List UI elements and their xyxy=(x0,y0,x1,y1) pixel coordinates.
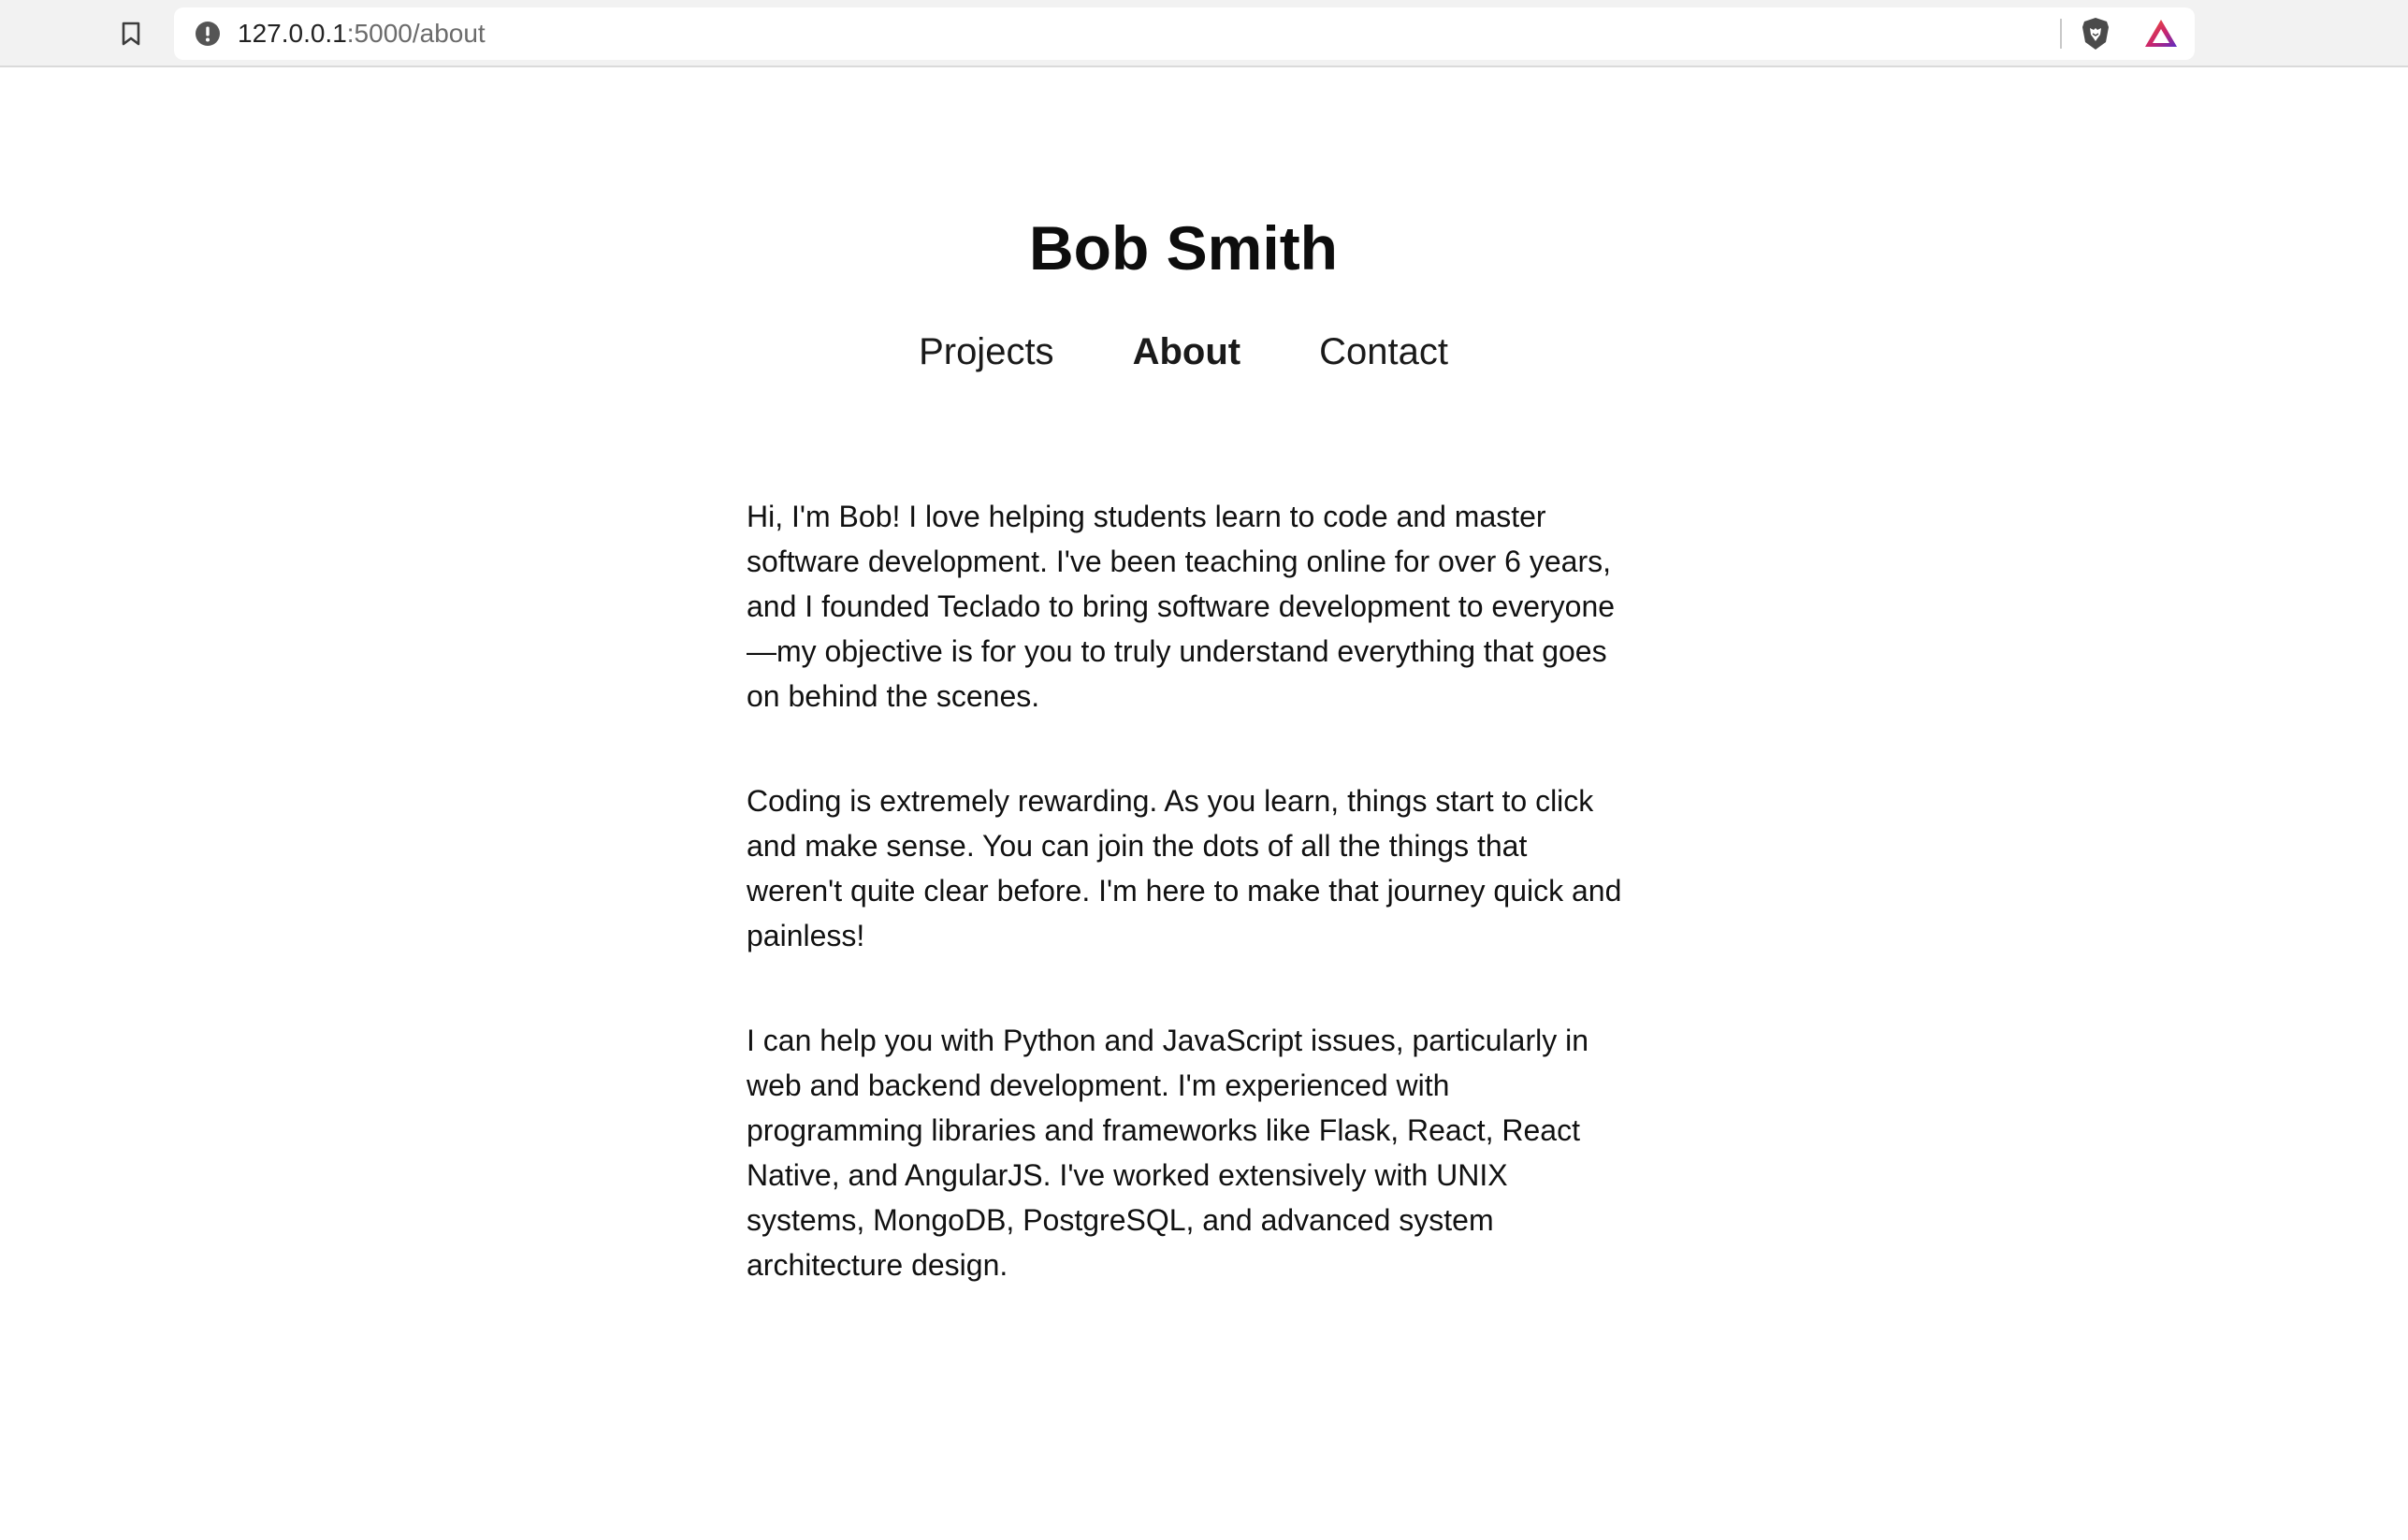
about-paragraph-3: I can help you with Python and JavaScrip… xyxy=(747,1024,1589,1282)
page-body: Bob Smith Projects About Contact Hi, I'm… xyxy=(0,67,2408,1540)
bookmark-icon[interactable] xyxy=(112,15,150,52)
nav-projects[interactable]: Projects xyxy=(919,331,1054,372)
about-content: Hi, I'm Bob! I love helping students lea… xyxy=(747,494,1626,1347)
url-path: :5000/about xyxy=(346,19,486,48)
brave-rewards-icon[interactable] xyxy=(2142,15,2180,52)
browser-toolbar: 127.0.0.1:5000/about xyxy=(0,0,2408,67)
address-bar-divider xyxy=(2060,19,2062,49)
about-paragraph-1: Hi, I'm Bob! I love helping students lea… xyxy=(747,500,1616,713)
info-icon[interactable] xyxy=(193,19,223,49)
about-paragraph-2: Coding is extremely rewarding. As you le… xyxy=(747,784,1622,952)
nav-contact[interactable]: Contact xyxy=(1319,331,1448,372)
nav-about[interactable]: About xyxy=(1133,331,1241,372)
brave-shields-icon[interactable] xyxy=(2077,15,2114,52)
address-bar[interactable]: 127.0.0.1:5000/about xyxy=(174,7,2195,60)
url-text[interactable]: 127.0.0.1:5000/about xyxy=(238,7,486,60)
site-title: Bob Smith xyxy=(1029,213,1338,283)
url-host: 127.0.0.1 xyxy=(238,19,347,48)
main-nav: Projects About Contact xyxy=(0,331,2367,372)
